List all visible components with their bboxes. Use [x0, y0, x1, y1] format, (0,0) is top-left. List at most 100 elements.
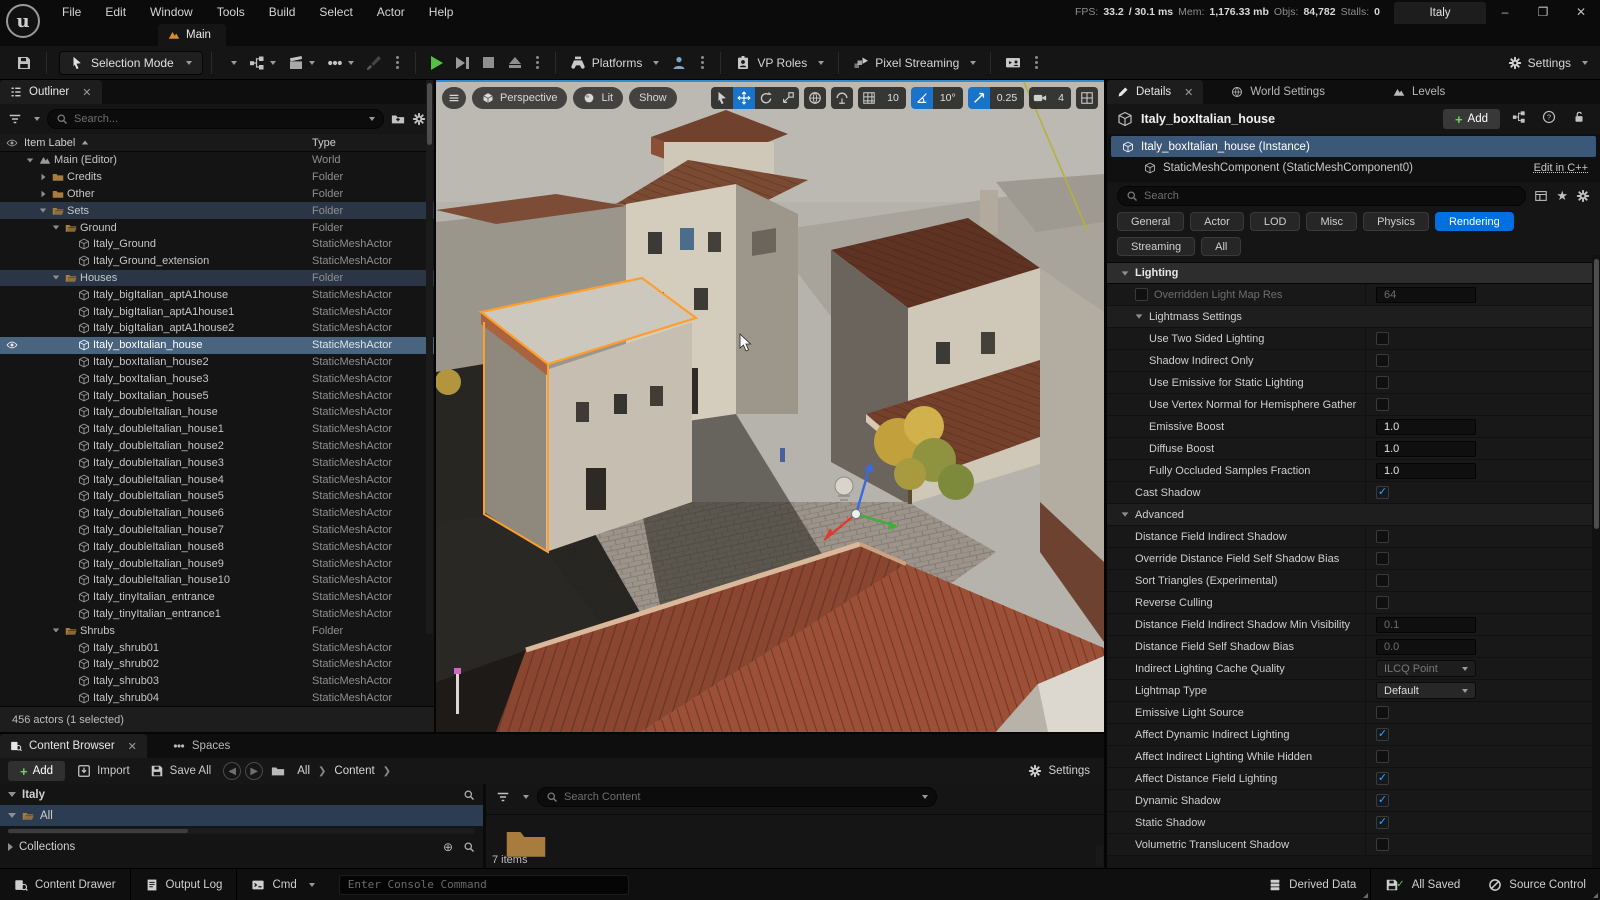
visibility-eye-icon[interactable] — [0, 339, 24, 351]
outliner-row-sets[interactable]: SetsFolder — [0, 202, 434, 219]
property-row-lighting[interactable]: Lighting — [1107, 263, 1600, 284]
rotate-tool-button[interactable] — [755, 87, 777, 109]
outliner-row-italy-doubleitalian-house7[interactable]: Italy_doubleItalian_house7StaticMeshActo… — [0, 522, 434, 539]
outliner-settings-gear-icon[interactable] — [412, 112, 426, 126]
selection-mode-dropdown[interactable]: Selection Mode — [59, 51, 203, 75]
camera-speed-button[interactable] — [1029, 87, 1051, 109]
cb-collections[interactable]: Collections ⊕ — [0, 836, 483, 857]
surface-snap-button[interactable] — [831, 87, 853, 109]
favorites-star-icon[interactable]: ★ — [1556, 188, 1568, 204]
tab-content-browser[interactable]: Content Browser ✕ — [0, 734, 147, 758]
outliner-row-italy-doubleitalian-house3[interactable]: Italy_doubleItalian_house3StaticMeshActo… — [0, 454, 434, 471]
outliner-row-main-editor-[interactable]: Main (Editor)World — [0, 152, 434, 169]
checkbox[interactable]: ✓ — [1376, 486, 1389, 499]
move-tool-button[interactable] — [733, 87, 755, 109]
console-command-input[interactable] — [348, 878, 620, 891]
lock-icon[interactable] — [1568, 110, 1590, 129]
outliner-row-italy-doubleitalian-house1[interactable]: Italy_doubleItalian_house1StaticMeshActo… — [0, 421, 434, 438]
outliner-row-ground[interactable]: GroundFolder — [0, 219, 434, 236]
outliner-row-italy-boxitalian-house3[interactable]: Italy_boxItalian_house3StaticMeshActor — [0, 370, 434, 387]
stop-button[interactable] — [476, 51, 502, 75]
outliner-row-italy-tinyitalian-entrance[interactable]: Italy_tinyItalian_entranceStaticMeshActo… — [0, 589, 434, 606]
save-button[interactable] — [10, 55, 38, 71]
cb-save-all-button[interactable]: Save All — [142, 764, 220, 778]
tab-details[interactable]: Details ✕ — [1107, 80, 1203, 104]
expander-icon[interactable] — [24, 158, 36, 163]
outliner-row-houses[interactable]: HousesFolder — [0, 270, 434, 287]
expander-icon[interactable] — [37, 173, 49, 181]
checkbox[interactable] — [1376, 398, 1389, 411]
details-settings-gear-icon[interactable] — [1576, 189, 1590, 203]
category-chip-all[interactable]: All — [1201, 237, 1241, 256]
checkbox[interactable] — [1376, 838, 1389, 851]
outliner-row-italy-boxitalian-house2[interactable]: Italy_boxItalian_house2StaticMeshActor — [0, 354, 434, 371]
output-log-button[interactable]: Output Log — [131, 869, 237, 900]
blueprint-convert-icon[interactable] — [1508, 110, 1530, 129]
category-chip-lod[interactable]: LOD — [1250, 212, 1301, 231]
grid-snap-value[interactable]: 10 — [880, 87, 906, 109]
breadcrumb-all[interactable]: All — [293, 765, 314, 777]
outliner-search-input[interactable] — [74, 113, 358, 125]
checkbox[interactable]: ✓ — [1376, 794, 1389, 807]
derived-data-button[interactable]: Derived Data — [1254, 869, 1370, 900]
cb-vertical-scrollbar[interactable] — [1096, 845, 1103, 866]
checkbox[interactable] — [1376, 750, 1389, 763]
show-dropdown[interactable]: Show — [629, 87, 677, 109]
select-tool-button[interactable] — [711, 87, 733, 109]
project-tab[interactable]: Italy — [1394, 2, 1486, 24]
menu-window[interactable]: Window — [140, 1, 203, 23]
close-icon[interactable]: ✕ — [1184, 86, 1193, 99]
filter-icon[interactable] — [496, 790, 510, 804]
cb-search[interactable] — [537, 787, 937, 807]
filter-chevron[interactable] — [34, 117, 40, 121]
forward-arrow-icon[interactable]: ▶ — [245, 762, 263, 780]
cb-folder-all[interactable]: All — [0, 805, 483, 826]
expander-icon[interactable] — [50, 275, 62, 280]
add-component-button[interactable]: +Add — [1443, 109, 1500, 129]
outliner-row-italy-doubleitalian-house5[interactable]: Italy_doubleItalian_house5StaticMeshActo… — [0, 488, 434, 505]
outliner-row-italy-doubleitalian-house10[interactable]: Italy_doubleItalian_house10StaticMeshAct… — [0, 572, 434, 589]
category-chip-streaming[interactable]: Streaming — [1117, 237, 1195, 256]
checkbox[interactable]: ✓ — [1376, 728, 1389, 741]
pixel-streaming-dropdown[interactable]: Pixel Streaming — [847, 55, 982, 71]
outliner-row-italy-tinyitalian-entrance1[interactable]: Italy_tinyItalian_entrance1StaticMeshAct… — [0, 606, 434, 623]
play-button[interactable] — [424, 51, 450, 75]
outliner-search[interactable] — [47, 109, 384, 129]
console-command-field[interactable] — [339, 875, 629, 895]
cb-search-input[interactable] — [564, 791, 911, 803]
component-row[interactable]: StaticMeshComponent (StaticMeshComponent… — [1111, 157, 1596, 178]
checkbox[interactable] — [1376, 376, 1389, 389]
close-icon[interactable]: ✕ — [82, 86, 91, 99]
checkbox[interactable] — [1376, 332, 1389, 345]
menu-actor[interactable]: Actor — [367, 1, 415, 23]
tab-outliner[interactable]: Outliner ✕ — [0, 80, 102, 104]
checkbox[interactable] — [1376, 706, 1389, 719]
viewport-menu-button[interactable] — [442, 87, 466, 109]
menu-help[interactable]: Help — [419, 1, 464, 23]
details-search[interactable] — [1117, 186, 1526, 206]
scale-tool-button[interactable] — [777, 87, 799, 109]
menu-file[interactable]: File — [52, 1, 91, 23]
skip-button[interactable] — [450, 51, 476, 75]
details-scrollbar[interactable] — [1592, 255, 1600, 868]
search-icon[interactable] — [463, 840, 475, 854]
rotation-snap-value[interactable]: 10° — [933, 87, 963, 109]
outliner-row-italy-doubleitalian-house6[interactable]: Italy_doubleItalian_house6StaticMeshActo… — [0, 505, 434, 522]
checkbox[interactable] — [1376, 552, 1389, 565]
cb-import-button[interactable]: Import — [69, 764, 138, 778]
expander-icon[interactable] — [37, 190, 49, 198]
platforms-dots[interactable] — [693, 56, 712, 69]
scale-snap-button[interactable] — [968, 87, 990, 109]
viewport[interactable]: Perspective Lit Show 10 10° — [436, 80, 1104, 732]
new-folder-icon[interactable] — [391, 112, 405, 126]
menu-tools[interactable]: Tools — [207, 1, 255, 23]
restore-button[interactable]: ❐ — [1524, 0, 1562, 24]
category-chip-misc[interactable]: Misc — [1306, 212, 1357, 231]
help-icon[interactable]: ? — [1538, 110, 1560, 129]
breadcrumb-content[interactable]: Content — [330, 765, 378, 777]
outliner-row-italy-shrub03[interactable]: Italy_shrub03StaticMeshActor — [0, 673, 434, 690]
back-arrow-icon[interactable]: ◀ — [223, 762, 241, 780]
outliner-row-italy-doubleitalian-house2[interactable]: Italy_doubleItalian_house2StaticMeshActo… — [0, 438, 434, 455]
outliner-scrollbar[interactable] — [426, 80, 433, 634]
tab-spaces[interactable]: Spaces — [159, 734, 244, 758]
